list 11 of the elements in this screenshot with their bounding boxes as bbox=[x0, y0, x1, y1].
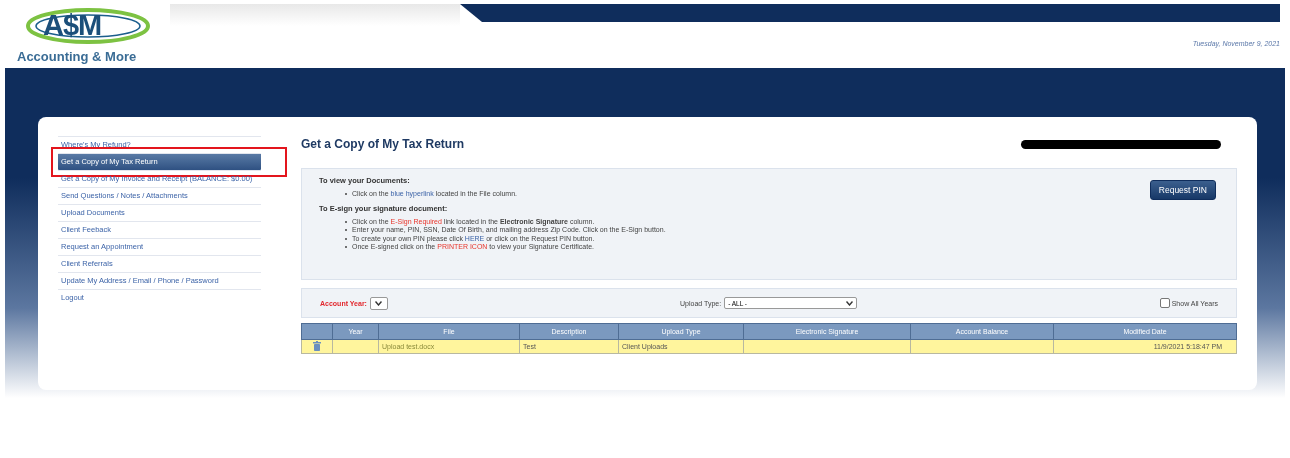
logo-swoosh-icon bbox=[23, 6, 153, 46]
account-year-dropdown[interactable] bbox=[369, 296, 388, 310]
page-title: Get a Copy of My Tax Return bbox=[301, 137, 465, 151]
logo-mark: A$M bbox=[43, 9, 102, 42]
request-pin-button[interactable]: Request PIN bbox=[1149, 180, 1216, 200]
logo-name: Accounting & More bbox=[17, 49, 137, 64]
chevron-down-icon bbox=[846, 300, 854, 306]
column-header bbox=[301, 323, 333, 340]
checkbox[interactable] bbox=[1159, 298, 1170, 308]
chevron-down-icon bbox=[375, 300, 383, 306]
trash-icon[interactable] bbox=[313, 341, 321, 351]
